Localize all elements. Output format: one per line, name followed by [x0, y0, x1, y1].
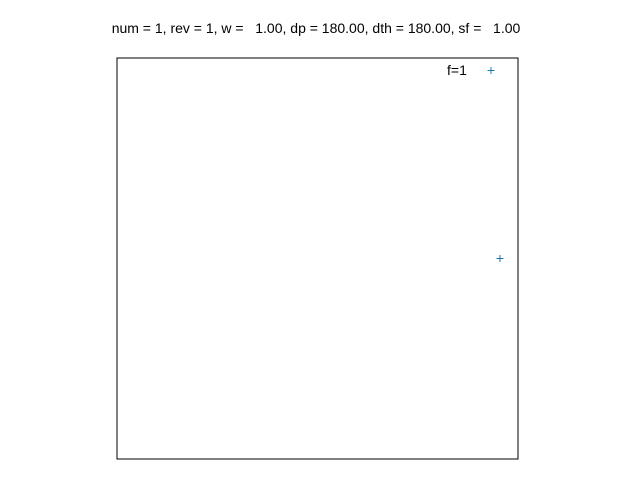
plot-area [116, 57, 519, 460]
figure: num = 1, rev = 1, w = 1.00, dp = 180.00,… [0, 0, 640, 480]
chart-title: num = 1, rev = 1, w = 1.00, dp = 180.00,… [112, 20, 521, 36]
legend-label: f=1 [447, 62, 467, 78]
